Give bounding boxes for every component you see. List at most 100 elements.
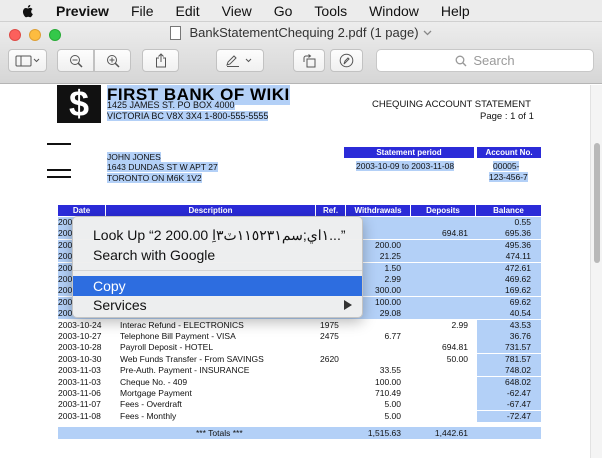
cell-date: 2003-10-28 [58, 342, 102, 353]
cell-deposit: 694.81 [442, 228, 468, 239]
zoom-in-button[interactable] [94, 49, 131, 72]
table-row: 2003-11-03 Cheque No. - 409 100.00 648.02 [58, 376, 541, 388]
cell-date: 2003-11-03 [58, 365, 101, 376]
cell-balance: 36.76 [509, 331, 531, 341]
cell-date: 200 [58, 239, 73, 250]
context-menu-copy[interactable]: Copy [73, 276, 362, 296]
cell-description: Fees - Overdraft [120, 399, 182, 410]
cell-balance: 40.54 [509, 308, 531, 319]
search-input[interactable]: Search [376, 49, 594, 72]
cell-date: 2003-11-06 [58, 388, 101, 398]
cell-ref: 1975 [320, 319, 339, 330]
rotate-icon [303, 53, 315, 67]
cell-withdrawal: 21.25 [379, 251, 401, 262]
column-header-ref: Ref. [316, 205, 346, 216]
cell-balance: 69.62 [509, 296, 531, 307]
menu-help[interactable]: Help [441, 3, 470, 19]
annotate-button[interactable] [330, 49, 363, 72]
statement-period-header: Statement period [344, 147, 474, 158]
fold-mark [47, 143, 71, 145]
transactions-table-header: Date Description Ref. Withdrawals Deposi… [58, 205, 541, 216]
cell-balance: 169.62 [505, 285, 531, 296]
cell-balance: 474.11 [505, 251, 531, 262]
menu-window[interactable]: Window [369, 3, 419, 19]
account-number-header: Account No. [477, 147, 541, 158]
cell-balance: 0.55 [514, 217, 531, 227]
cell-date: 200 [58, 217, 73, 227]
vertical-scrollbar[interactable] [590, 85, 602, 458]
column-header-description: Description [106, 205, 316, 216]
share-button[interactable] [142, 49, 179, 72]
menu-view[interactable]: View [222, 3, 252, 19]
menu-edit[interactable]: Edit [176, 3, 200, 19]
zoom-out-icon [69, 54, 83, 68]
cell-withdrawal: 2.99 [384, 274, 401, 284]
cell-balance: 648.02 [505, 376, 531, 387]
apple-icon[interactable] [20, 3, 36, 19]
sidebar-toggle-button[interactable] [8, 49, 47, 72]
cell-date: 200 [58, 228, 73, 239]
context-menu-search-google[interactable]: Search with Google [73, 245, 362, 265]
bank-logo: $ [57, 85, 101, 123]
cell-withdrawal: 29.08 [379, 308, 401, 319]
account-number-line-2: 123-456-7 [489, 172, 528, 182]
zoom-in-icon [106, 54, 120, 68]
cell-withdrawal: 100.00 [375, 296, 401, 307]
column-header-date: Date [58, 205, 106, 216]
cell-description: Cheque No. - 409 [120, 376, 188, 387]
cell-description: Fees - Monthly [120, 410, 177, 421]
search-icon [455, 55, 467, 66]
cell-date: 200 [58, 262, 73, 273]
cell-balance: 695.36 [505, 228, 531, 239]
sidebar-icon [15, 55, 39, 66]
cell-date: 2003-11-07 [58, 399, 101, 410]
context-menu-look-up[interactable]: Look Up “١اي;سم١١٥٢٣١ٽ٣اِ 200.00 2...” [73, 225, 362, 245]
cell-balance: 731.57 [505, 342, 531, 353]
account-number-line-1: 00005- [493, 161, 520, 171]
totals-label: *** Totals *** [196, 428, 243, 438]
cell-date: 200 [58, 308, 73, 319]
cell-withdrawal: 5.00 [384, 410, 401, 421]
zoom-out-button[interactable] [57, 49, 94, 72]
cell-withdrawal: 33.55 [379, 365, 401, 376]
menu-tools[interactable]: Tools [314, 3, 347, 19]
scrollbar-thumb[interactable] [594, 143, 600, 263]
menu-app-preview[interactable]: Preview [56, 3, 109, 19]
cell-deposit: 50.00 [446, 353, 468, 364]
cell-withdrawal: 300.00 [375, 285, 401, 296]
share-icon [155, 53, 166, 68]
cell-date: 200 [58, 296, 73, 307]
cell-withdrawal: 100.00 [375, 376, 401, 387]
context-menu-separator [73, 270, 362, 271]
cell-balance: 781.57 [505, 353, 531, 364]
table-row: 2003-11-06 Mortgage Payment 710.49 -62.47 [58, 388, 541, 399]
window-title-text[interactable]: BankStatementChequing 2.pdf (1 page) [189, 25, 418, 40]
cell-date: 2003-10-27 [58, 331, 102, 341]
cell-ref: 2620 [320, 353, 339, 364]
cell-description: Pre-Auth. Payment - INSURANCE [120, 365, 250, 376]
cell-date: 2003-11-03 [58, 376, 101, 387]
cell-deposit: 694.81 [442, 342, 468, 353]
cell-description: Mortgage Payment [120, 388, 192, 398]
context-menu-services[interactable]: Services [73, 295, 362, 315]
fold-mark [47, 176, 71, 178]
cell-balance: 469.62 [505, 274, 531, 284]
cell-deposit: 2.99 [451, 319, 468, 330]
table-row: 2003-10-28 Payroll Deposit - HOTEL 694.81 7… [58, 342, 541, 354]
cell-withdrawal: 6.77 [384, 331, 401, 341]
menu-bar: Preview File Edit View Go Tools Window H… [0, 0, 602, 22]
chevron-down-icon[interactable] [423, 30, 432, 36]
statement-period-value: 2003-10-09 to 2003-11-08 [356, 161, 455, 171]
cell-date: 2003-10-24 [58, 319, 102, 330]
table-row: 2003-10-27 Telephone Bill Payment - VISA 2… [58, 331, 541, 342]
menu-file[interactable]: File [131, 3, 154, 19]
customer-name: JOHN JONES [107, 152, 161, 162]
markup-toolbar-button[interactable] [216, 49, 264, 72]
menu-go[interactable]: Go [274, 3, 293, 19]
cell-balance: -67.47 [506, 399, 531, 410]
rotate-button[interactable] [293, 49, 325, 72]
search-placeholder: Search [473, 53, 515, 68]
cell-balance: -62.47 [506, 388, 531, 398]
column-header-deposits: Deposits [411, 205, 476, 216]
table-row: 2003-11-03 Pre-Auth. Payment - INSURANCE 3… [58, 365, 541, 377]
